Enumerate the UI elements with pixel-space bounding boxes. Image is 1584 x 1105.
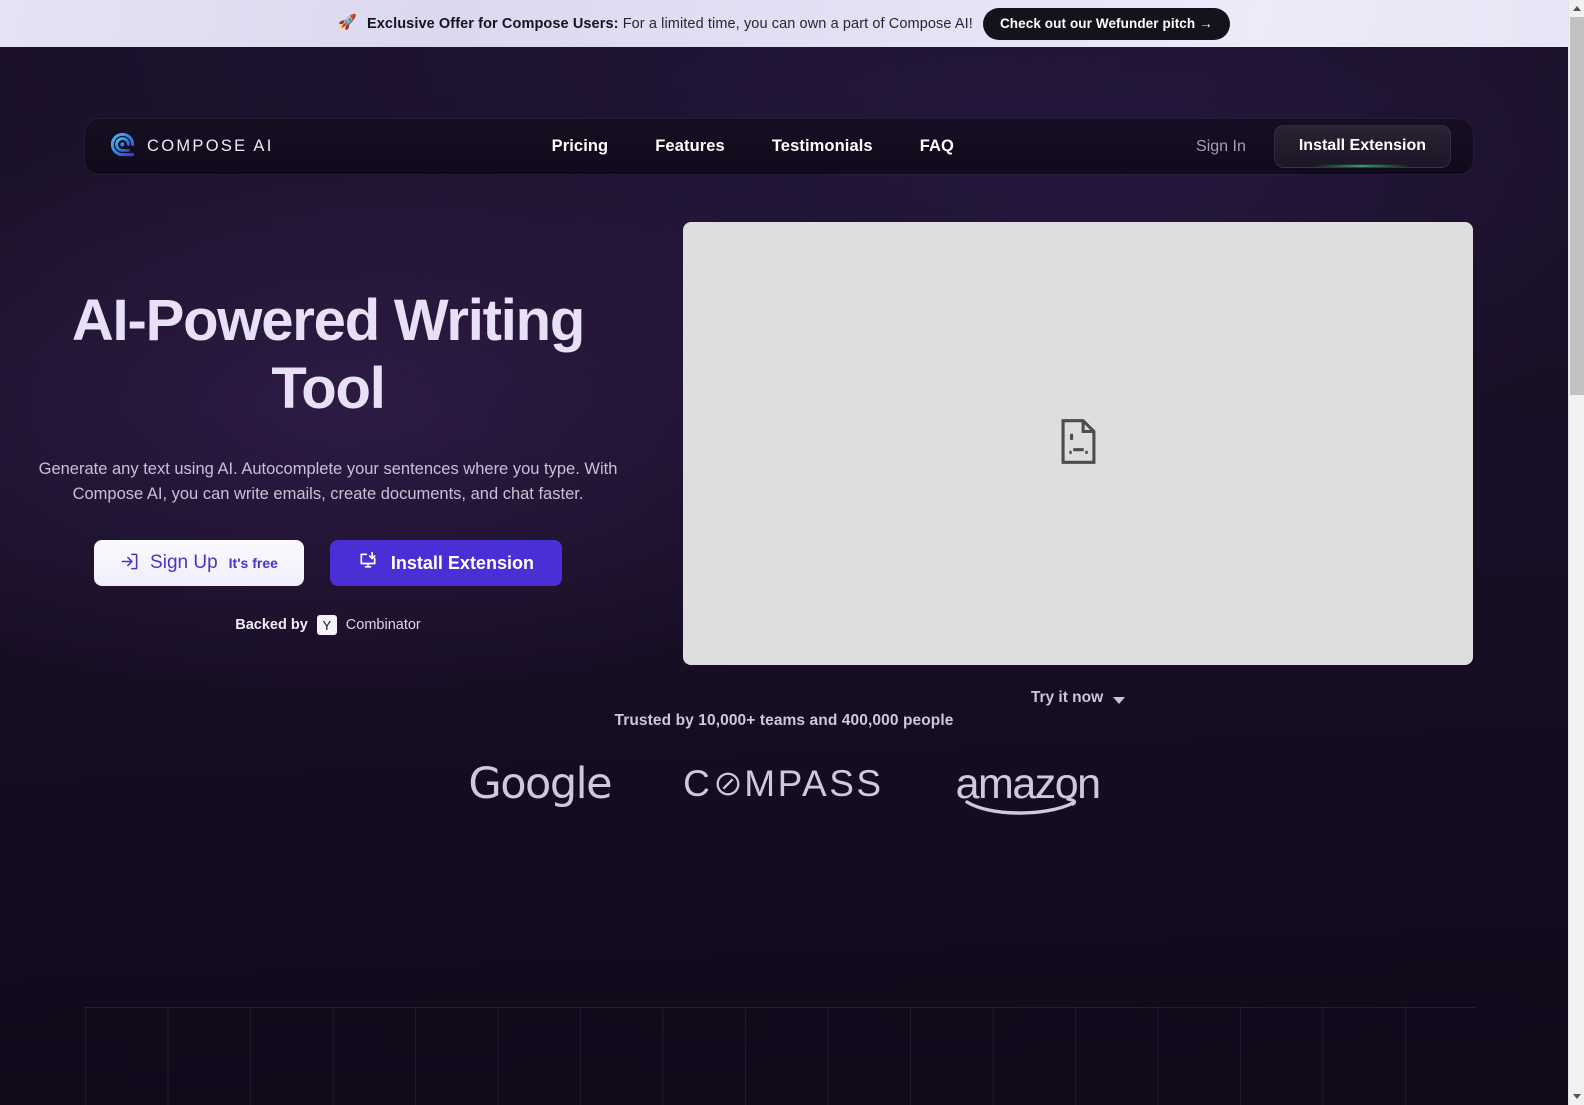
customer-logos: Google C MPASS amazon: [0, 759, 1568, 815]
backed-by-label: Backed by: [235, 617, 308, 634]
backed-by-badge: Backed by Y Combinator: [0, 615, 656, 636]
promo-bold-text: Exclusive Offer for Compose Users:: [366, 15, 619, 32]
sign-up-label: Sign Up: [150, 552, 218, 574]
page-title: AI-Powered Writing Tool: [71, 288, 585, 422]
compass-logo: C MPASS: [683, 763, 884, 805]
rocket-icon: 🚀: [338, 14, 357, 31]
triangle-up-icon: [1573, 6, 1581, 11]
google-logo: Google: [468, 759, 612, 809]
nav-link-testimonials[interactable]: Testimonials: [772, 137, 873, 156]
promo-normal-text: For a limited time, you can own a part o…: [618, 15, 973, 32]
nav-link-pricing[interactable]: Pricing: [552, 137, 609, 156]
vertical-scrollbar[interactable]: [1568, 0, 1584, 1105]
hero-install-label: Install Extension: [390, 552, 534, 573]
y-combinator-name: Combinator: [345, 617, 421, 634]
promo-banner: 🚀 Exclusive Offer for Compose Users: For…: [0, 0, 1568, 47]
nav-link-faq[interactable]: FAQ: [920, 137, 954, 156]
scrollbar-up-arrow[interactable]: [1569, 0, 1584, 17]
hero-right-column: Try it now: [683, 222, 1473, 707]
hero-cta-group: Sign Up It's free Install Extension: [0, 540, 656, 587]
hero-install-extension-button[interactable]: Install Extension: [329, 540, 562, 587]
amazon-smile-icon: [964, 796, 1076, 815]
hero-left-column: AI-Powered Writing Tool Generate any tex…: [0, 287, 656, 636]
broken-image-icon: [1060, 418, 1097, 469]
nav-links: Pricing Features Testimonials FAQ: [552, 137, 954, 156]
y-combinator-icon: Y: [316, 615, 337, 636]
brand-wordmark: COMPOSE AI: [147, 137, 274, 155]
sign-up-sublabel: It's free: [228, 555, 278, 572]
scrollbar-down-arrow[interactable]: [1569, 1088, 1584, 1105]
brand-logo-link[interactable]: COMPOSE AI: [109, 131, 274, 163]
compose-ai-logo-icon: [109, 131, 136, 163]
hero-media-placeholder: [683, 222, 1473, 665]
trusted-by-section: Trusted by 10,000+ teams and 400,000 peo…: [0, 712, 1568, 815]
login-arrow-icon: [120, 552, 139, 574]
nav-install-extension-button[interactable]: Install Extension: [1273, 125, 1451, 168]
compass-logo-slashed-o: [716, 772, 740, 796]
triangle-down-icon: [1573, 1094, 1581, 1099]
chevron-down-icon: [1113, 696, 1126, 704]
amazon-logo: amazon: [956, 762, 1101, 815]
background-grid-pattern: [85, 1007, 1475, 1105]
wefunder-pitch-button[interactable]: Check out our Wefunder pitch →: [982, 7, 1230, 40]
hero-section: COMPOSE AI Pricing Features Testimonials…: [0, 47, 1568, 1105]
compass-logo-c: C: [683, 763, 713, 804]
download-extension-icon: [358, 551, 378, 576]
scrollbar-thumb[interactable]: [1570, 17, 1584, 395]
sign-up-button[interactable]: Sign Up It's free: [94, 540, 304, 587]
compass-logo-rest: MPASS: [744, 763, 884, 804]
trusted-by-label: Trusted by 10,000+ teams and 400,000 peo…: [614, 712, 954, 729]
nav-actions: Sign In Install Extension: [1196, 125, 1451, 168]
main-navigation-bar: COMPOSE AI Pricing Features Testimonials…: [84, 118, 1474, 175]
try-it-now-label: Try it now: [1030, 689, 1104, 706]
promo-banner-text: Exclusive Offer for Compose Users: For a…: [367, 16, 973, 32]
nav-link-features[interactable]: Features: [655, 137, 725, 156]
hero-subtitle: Generate any text using AI. Autocomplete…: [38, 460, 618, 503]
try-it-now-toggle[interactable]: Try it now: [683, 689, 1473, 707]
browser-page-viewport: 🚀 Exclusive Offer for Compose Users: For…: [0, 0, 1568, 1105]
sign-in-link[interactable]: Sign In: [1196, 138, 1246, 156]
